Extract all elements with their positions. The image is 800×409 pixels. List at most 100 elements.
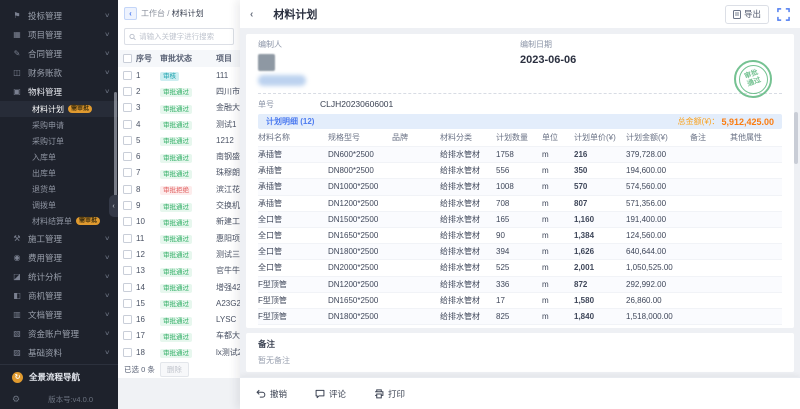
- list-row[interactable]: 13审批通过官牛牛: [118, 263, 240, 279]
- list-row[interactable]: 17审批通过车都大厦: [118, 328, 240, 344]
- sidebar-item-bid[interactable]: ⚑投标管理∨: [0, 6, 118, 25]
- list-row[interactable]: 2审批通过四川市政项目: [118, 83, 240, 99]
- sidebar-item-purchase-request[interactable]: 采购申请: [0, 117, 118, 133]
- sidebar-item-inbound[interactable]: 入库单: [0, 149, 118, 165]
- list-row[interactable]: 3审批通过金融大厦采购: [118, 100, 240, 116]
- date-label: 编制日期: [520, 39, 782, 50]
- list-row[interactable]: 10审批通过新建工程-刘: [118, 214, 240, 230]
- detail-table-row[interactable]: 承插管DN600*2500给排水管材1758m216379,728.00: [258, 146, 782, 162]
- list-row[interactable]: 11审批通过惠阳项目: [118, 230, 240, 246]
- sidebar-collapse-handle[interactable]: ‹: [109, 195, 118, 217]
- sidebar-item-project[interactable]: ▦项目管理∨: [0, 25, 118, 44]
- sidebar-item-funds[interactable]: ▧资金账户管理∨: [0, 324, 118, 343]
- print-button[interactable]: 打印: [374, 388, 405, 400]
- list-row[interactable]: 12审批通过测试三环路: [118, 246, 240, 262]
- detail-cell: 给排水管材: [440, 181, 496, 192]
- detail-table-row[interactable]: F型顶管DN1800*2500给排水管材825m1,8401,518,000.0…: [258, 308, 782, 324]
- detail-cell: 556: [496, 166, 542, 175]
- sidebar-item-return[interactable]: 退货单: [0, 181, 118, 197]
- detail-table-row[interactable]: F型顶管DN2000*2500给排水管材140m2,480347,200.00: [258, 324, 782, 328]
- row-checkbox[interactable]: [123, 136, 132, 145]
- row-checkbox[interactable]: [123, 201, 132, 210]
- sidebar-item-base-data[interactable]: ▨基础资料∨: [0, 343, 118, 362]
- chevron-down-icon: ∨: [104, 235, 110, 242]
- detail-table-row[interactable]: 全口管DN1800*2500给排水管材394m1,626640,644.00: [258, 243, 782, 259]
- sidebar-item-flow-nav[interactable]: ↻ 全景流程导航: [0, 365, 118, 389]
- detail-table-row[interactable]: F型顶管DN1650*2500给排水管材17m1,58026,860.00: [258, 292, 782, 308]
- delete-button[interactable]: 删除: [160, 362, 189, 377]
- detail-cell: m: [542, 247, 574, 256]
- row-checkbox[interactable]: [123, 120, 132, 129]
- sidebar-item-docs[interactable]: ▥文档管理∨: [0, 305, 118, 324]
- sidebar-item-material-plan[interactable]: 材料计划需审批: [0, 101, 118, 117]
- row-checkbox[interactable]: [123, 348, 132, 357]
- sidebar-item-outbound[interactable]: 出库单: [0, 165, 118, 181]
- search-box[interactable]: [124, 28, 234, 45]
- sidebar-item-label: 物料管理: [28, 86, 62, 98]
- list-row[interactable]: 18审批通过lx测试2: [118, 344, 240, 360]
- row-checkbox[interactable]: [123, 103, 132, 112]
- sidebar-item-material-settlement[interactable]: 材料结算单需审批: [0, 213, 118, 229]
- detail-table-row[interactable]: 承插管DN800*2500给排水管材556m350194,600.00: [258, 162, 782, 178]
- list-row[interactable]: 15审批通过A23G2511: [118, 295, 240, 311]
- list-row[interactable]: 4审批通过测试1: [118, 116, 240, 132]
- detail-table-row[interactable]: 全口管DN1500*2500给排水管材165m1,160191,400.00: [258, 211, 782, 227]
- list-row[interactable]: 16审批通过LYSC: [118, 311, 240, 327]
- sidebar-item-opportunity[interactable]: ◧商机管理∨: [0, 286, 118, 305]
- panel-back-button[interactable]: ‹: [250, 9, 253, 20]
- detail-cell: 给排水管材: [440, 214, 496, 225]
- sidebar-item-expense[interactable]: ◉费用管理∨: [0, 248, 118, 267]
- detail-scrollbar[interactable]: [794, 112, 798, 164]
- detail-table-row[interactable]: 承插管DN1200*2500给排水管材708m807571,356.00: [258, 195, 782, 211]
- detail-table-row[interactable]: 全口管DN2000*2500给排水管材525m2,0011,050,525.00: [258, 259, 782, 275]
- row-checkbox[interactable]: [123, 71, 132, 80]
- sidebar-item-finance[interactable]: ◫财务账款∨: [0, 63, 118, 82]
- search-input[interactable]: [139, 32, 229, 41]
- sidebar-item-stats[interactable]: ◪统计分析∨: [0, 267, 118, 286]
- list-row[interactable]: 8审批拒绝滨江花城10号: [118, 181, 240, 197]
- row-project: 金融大厦采购: [216, 102, 240, 113]
- list-row[interactable]: 14审批通过增强425: [118, 279, 240, 295]
- list-row[interactable]: 5审批通过1212: [118, 132, 240, 148]
- row-checkbox[interactable]: [123, 185, 132, 194]
- row-checkbox[interactable]: [123, 331, 132, 340]
- app-window: ⚑投标管理∨▦项目管理∨✎合同管理∨◫财务账款∨▣物料管理∨材料计划需审批采购申…: [0, 0, 800, 409]
- row-checkbox[interactable]: [123, 250, 132, 259]
- detail-table-row[interactable]: F型顶管DN1200*2500给排水管材336m872292,992.00: [258, 276, 782, 292]
- row-checkbox[interactable]: [123, 234, 132, 243]
- row-checkbox[interactable]: [123, 283, 132, 292]
- gear-icon[interactable]: ⚙: [12, 394, 20, 405]
- list-row[interactable]: 7审批通过珠穆朗玛峰: [118, 165, 240, 181]
- list-row[interactable]: 6审批通过南钢盛达大厦: [118, 148, 240, 164]
- detail-cell: 给排水管材: [440, 295, 496, 306]
- fullscreen-icon[interactable]: [777, 8, 790, 21]
- row-project: 南钢盛达大厦: [216, 151, 240, 162]
- tab-plan-detail[interactable]: 计划明细 (12): [266, 116, 314, 127]
- sidebar-item-construction[interactable]: ⚒施工管理∨: [0, 229, 118, 248]
- row-checkbox[interactable]: [123, 217, 132, 226]
- sidebar-item-material[interactable]: ▣物料管理∨: [0, 82, 118, 101]
- row-checkbox[interactable]: [123, 266, 132, 275]
- export-button[interactable]: 导出: [725, 5, 769, 24]
- undo-button[interactable]: 撤销: [256, 388, 287, 400]
- sidebar-item-transfer[interactable]: 调拨单: [0, 197, 118, 213]
- sidebar-scrollbar[interactable]: [114, 92, 117, 212]
- detail-table-row[interactable]: 承插管DN1000*2500给排水管材1008m570574,560.00: [258, 178, 782, 194]
- row-checkbox[interactable]: [123, 87, 132, 96]
- row-checkbox[interactable]: [123, 299, 132, 308]
- detail-table-row[interactable]: 全口管DN1650*2500给排水管材90m1,384124,560.00: [258, 227, 782, 243]
- row-checkbox[interactable]: [123, 168, 132, 177]
- sidebar-item-label: 合同管理: [28, 48, 62, 60]
- back-button[interactable]: ‹: [124, 7, 137, 20]
- breadcrumb-root[interactable]: 工作台: [141, 9, 165, 18]
- detail-cell: DN1800*2500: [328, 312, 392, 321]
- select-all-checkbox[interactable]: [123, 54, 132, 63]
- approval-required-badge: 需审批: [68, 105, 92, 113]
- row-checkbox[interactable]: [123, 152, 132, 161]
- sidebar-item-purchase-order[interactable]: 采购订单: [0, 133, 118, 149]
- list-row[interactable]: 9审批通过交换机: [118, 197, 240, 213]
- list-row[interactable]: 1审核111: [118, 67, 240, 83]
- row-checkbox[interactable]: [123, 315, 132, 324]
- sidebar-item-contract[interactable]: ✎合同管理∨: [0, 44, 118, 63]
- comment-button[interactable]: 评论: [315, 388, 346, 400]
